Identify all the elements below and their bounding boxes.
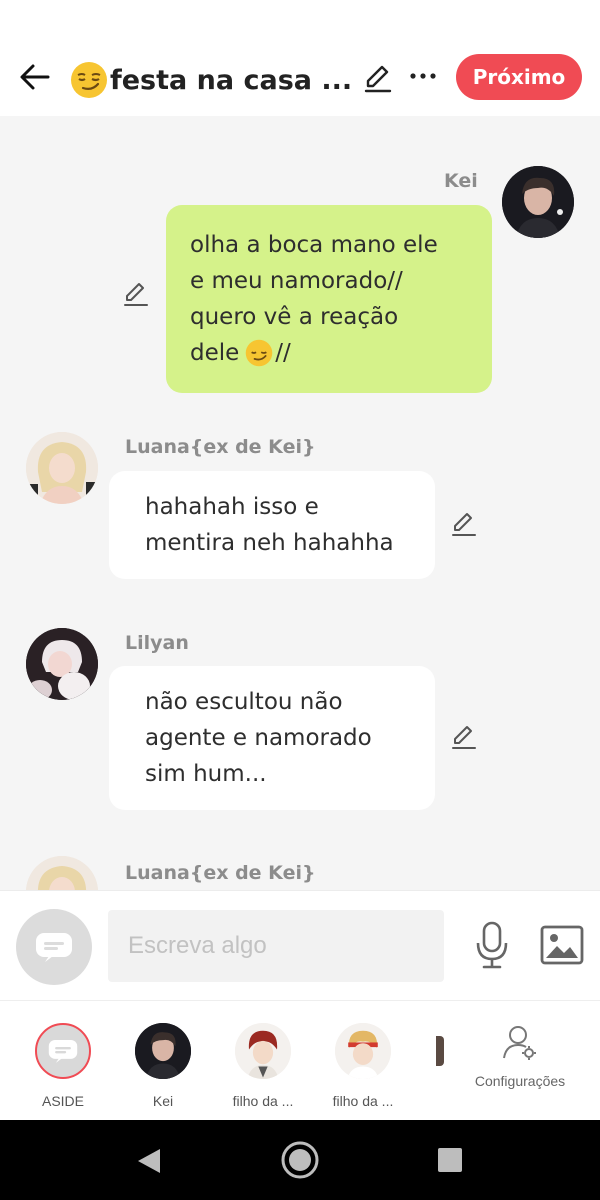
avatar-filho-1 [235,1023,291,1079]
nav-home-icon[interactable] [280,1140,320,1180]
message-line: sim hum... [145,761,267,787]
composer-bar [0,890,600,1000]
message-bubble[interactable]: olha a boca mano ele e meu namorado// qu… [166,205,492,393]
avatar-luana[interactable] [26,432,98,504]
avatar-filho-2 [335,1023,391,1079]
character-label: Kei [152,1093,174,1109]
aside-toggle-button[interactable] [16,909,92,985]
character-filho-1[interactable]: filho da ... [218,1023,308,1109]
user-settings-icon [503,1026,536,1060]
character-filho-2[interactable]: filho da ... [318,1023,408,1109]
avatar-luana-image [26,432,98,504]
avatar-lilyan[interactable] [26,628,98,700]
aside-icon [48,1039,78,1063]
edit-message-pencil-icon[interactable] [122,280,150,308]
avatar-kei-image [135,1023,191,1079]
status-bar [0,0,600,40]
avatar-filho-2-image [335,1023,391,1079]
aside-icon [36,933,72,962]
character-label: filho da ... [232,1093,294,1109]
settings-button[interactable]: Configurações [464,1025,576,1089]
avatar-kei[interactable] [502,166,574,238]
avatar-lilyan-image [26,628,98,700]
microphone-icon[interactable] [474,921,510,969]
character-kei[interactable]: Kei [118,1023,208,1109]
chat-area[interactable]: Kei olha a boca mano ele e meu namorado/… [0,116,600,890]
settings-label: Configurações [474,1073,566,1089]
message-input[interactable] [108,910,444,982]
message-line: dele [190,340,240,366]
sender-name: Luana{ex de Kei} [125,436,316,458]
message-line: e meu namorado// [190,268,403,294]
edit-message-pencil-icon[interactable] [450,723,478,751]
character-aside[interactable]: ASIDE [18,1023,108,1109]
back-arrow-icon[interactable] [18,60,52,94]
message-bubble[interactable]: hahahah isso e mentira neh hahahha [109,471,435,579]
avatar-luana[interactable] [26,856,98,890]
edit-message-pencil-icon[interactable] [450,510,478,538]
message-line: mentira neh hahahha [145,530,394,556]
character-selector: ASIDE Kei filho da ... filho da ... Conf… [0,1000,600,1120]
message-line: hahahah isso e [145,494,319,520]
message-line-with-emoji: dele // [190,335,468,371]
smirk-emoji-icon [71,62,107,98]
nav-recents-icon[interactable] [438,1148,462,1172]
message-line: não escultou não [145,689,343,715]
image-upload-icon[interactable] [540,925,584,965]
sender-name: Luana{ex de Kei} [125,862,316,884]
message-line: quero vê a reação [190,304,399,330]
character-label: ASIDE [41,1093,84,1109]
avatar-kei-image [502,166,574,238]
more-options-icon[interactable] [408,62,438,94]
message-trailing-text: // [275,340,291,366]
next-button[interactable]: Próximo [456,54,582,100]
message-bubble[interactable]: não escultou não agente e namorado sim h… [109,666,435,810]
system-nav-bar [0,1120,600,1200]
story-title-text: festa na casa ... [110,64,350,96]
message-line: olha a boca mano ele [190,232,438,258]
sender-name: Kei [444,170,478,192]
avatar-filho-1-image [235,1023,291,1079]
partial-avatar[interactable] [436,1036,444,1066]
story-title[interactable]: festa na casa ... [70,60,350,100]
avatar-kei [135,1023,191,1079]
avatar-luana-image [26,856,98,890]
sender-name: Lilyan [125,632,189,654]
nav-back-icon[interactable] [134,1146,164,1176]
smirk-emoji-icon [246,339,273,367]
header: festa na casa ... Próximo [0,40,600,116]
aside-avatar [35,1023,91,1079]
edit-title-pencil-icon[interactable] [362,62,394,94]
message-line: agente e namorado [145,725,372,751]
character-label: filho da ... [332,1093,394,1109]
